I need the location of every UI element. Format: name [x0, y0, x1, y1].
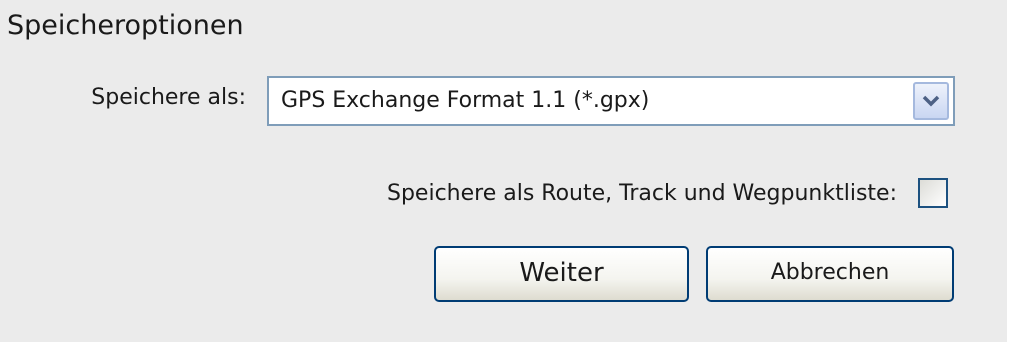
format-select[interactable]: GPS Exchange Format 1.1 (*.gpx) — [267, 76, 955, 126]
dialog-title: Speicheroptionen — [7, 10, 244, 41]
chevron-down-icon — [922, 95, 940, 107]
continue-button[interactable]: Weiter — [434, 246, 689, 302]
route-track-waypoint-label: Speichere als Route, Track und Wegpunktl… — [387, 181, 897, 206]
format-select-value: GPS Exchange Format 1.1 (*.gpx) — [281, 88, 650, 113]
route-track-waypoint-checkbox[interactable] — [918, 178, 948, 208]
save-as-label: Speichere als: — [91, 85, 246, 110]
dropdown-button[interactable] — [913, 82, 949, 120]
save-options-dialog: Speicheroptionen Speichere als: GPS Exch… — [0, 0, 1007, 342]
cancel-button[interactable]: Abbrechen — [706, 246, 954, 302]
